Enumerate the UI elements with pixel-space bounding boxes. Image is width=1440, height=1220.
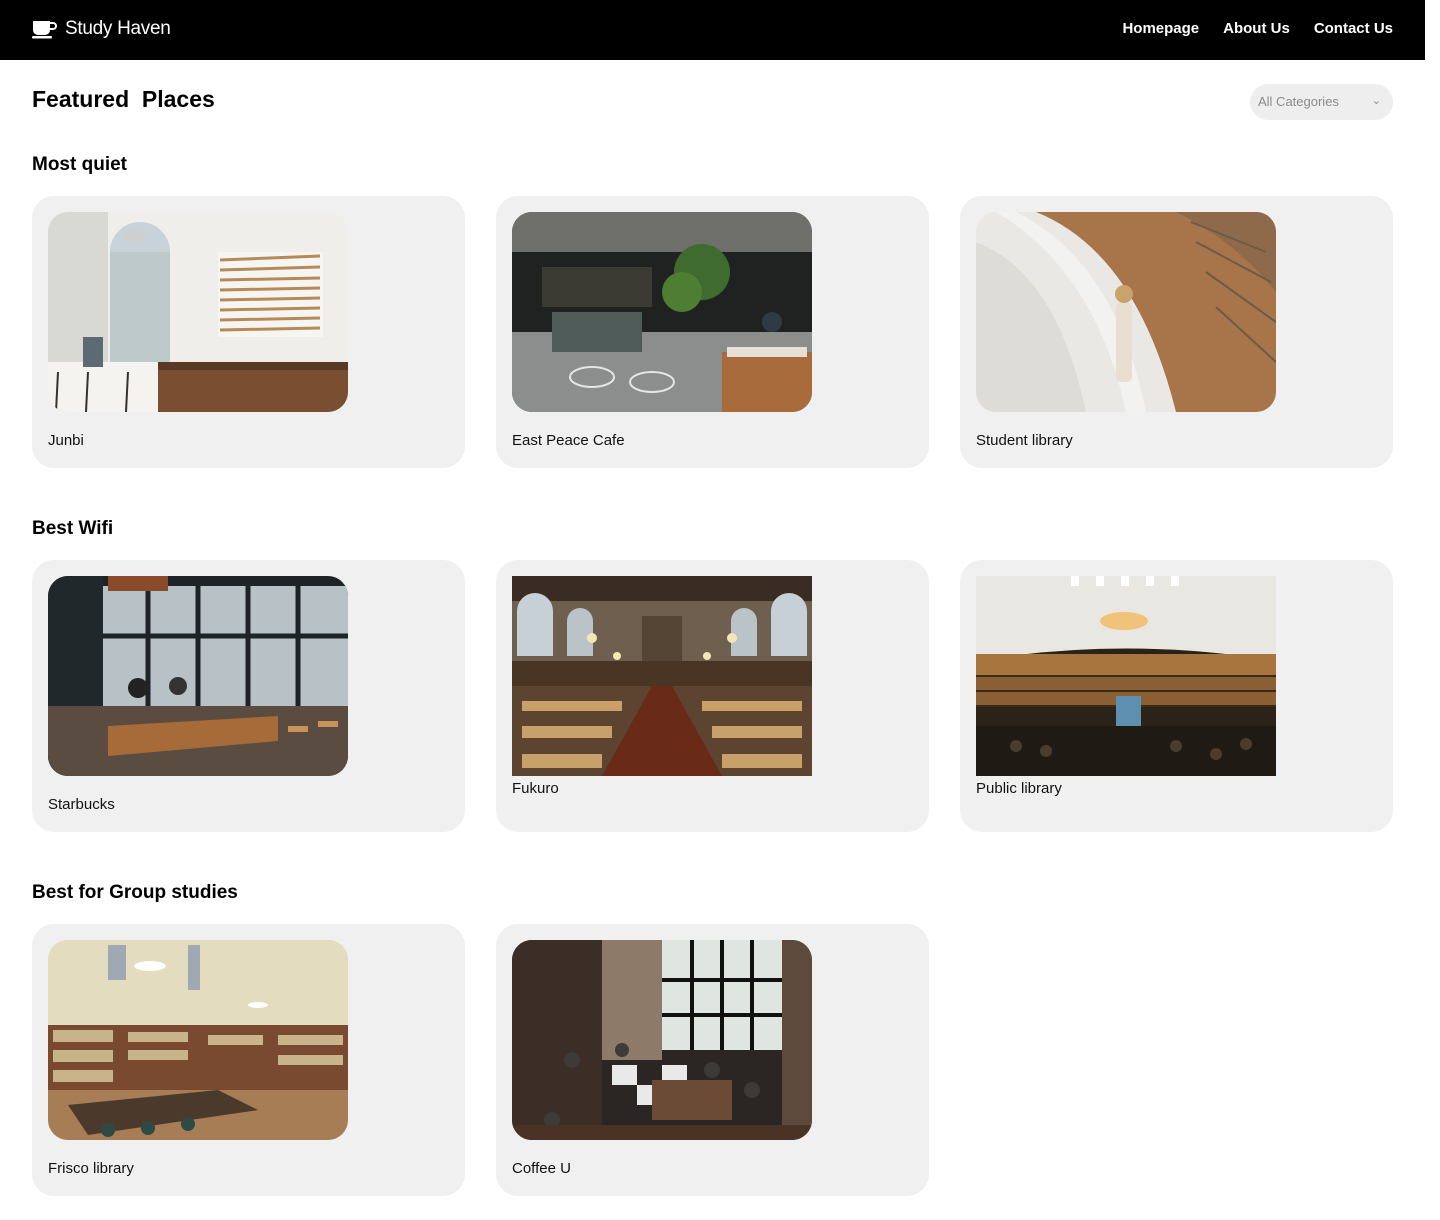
brand-logo[interactable]: Study Haven bbox=[32, 18, 171, 40]
place-photo bbox=[512, 940, 812, 1140]
page-title: Featured Places bbox=[32, 86, 215, 112]
place-name: Frisco library bbox=[48, 1160, 134, 1177]
place-name: Public library bbox=[976, 780, 1062, 797]
place-name: Starbucks bbox=[48, 796, 115, 813]
place-card-fukuro[interactable]: Fukuro bbox=[496, 560, 929, 832]
place-card-student-library[interactable]: Student library bbox=[960, 196, 1393, 468]
nav-link-contact-us[interactable]: Contact Us bbox=[1314, 20, 1393, 37]
top-navigation-bar: Study Haven Homepage About Us Contact Us bbox=[0, 0, 1425, 60]
main-nav: Homepage About Us Contact Us bbox=[1122, 20, 1393, 37]
section-title-best-for-group-studies: Best for Group studies bbox=[32, 882, 238, 903]
place-name: East Peace Cafe bbox=[512, 432, 625, 449]
place-photo bbox=[48, 212, 348, 412]
coffee-cup-icon bbox=[32, 21, 57, 39]
place-photo bbox=[512, 212, 812, 412]
place-photo bbox=[48, 940, 348, 1140]
section-title-most-quiet: Most quiet bbox=[32, 154, 127, 175]
section-title-best-wifi: Best Wifi bbox=[32, 518, 114, 539]
place-photo bbox=[48, 576, 348, 776]
place-name: Junbi bbox=[48, 432, 84, 449]
place-card-coffee-u[interactable]: Coffee U bbox=[496, 924, 929, 1196]
nav-link-about-us[interactable]: About Us bbox=[1223, 20, 1290, 37]
place-card-frisco-library[interactable]: Frisco library bbox=[32, 924, 465, 1196]
chevron-down-icon: ⌄ bbox=[1371, 95, 1381, 107]
place-name: Student library bbox=[976, 432, 1073, 449]
place-card-junbi[interactable]: Junbi bbox=[32, 196, 465, 468]
brand-name: Study Haven bbox=[65, 18, 171, 39]
place-name: Coffee U bbox=[512, 1160, 571, 1177]
place-photo bbox=[976, 212, 1276, 412]
place-photo bbox=[976, 576, 1276, 776]
nav-link-homepage[interactable]: Homepage bbox=[1122, 20, 1199, 37]
place-card-east-peace-cafe[interactable]: East Peace Cafe bbox=[496, 196, 929, 468]
place-card-public-library[interactable]: Public library bbox=[960, 560, 1393, 832]
category-select[interactable]: All Categories ⌄ bbox=[1250, 84, 1393, 120]
place-photo bbox=[512, 576, 812, 776]
category-select-value: All Categories bbox=[1258, 94, 1339, 109]
place-card-starbucks[interactable]: Starbucks bbox=[32, 560, 465, 832]
place-name: Fukuro bbox=[512, 780, 559, 797]
